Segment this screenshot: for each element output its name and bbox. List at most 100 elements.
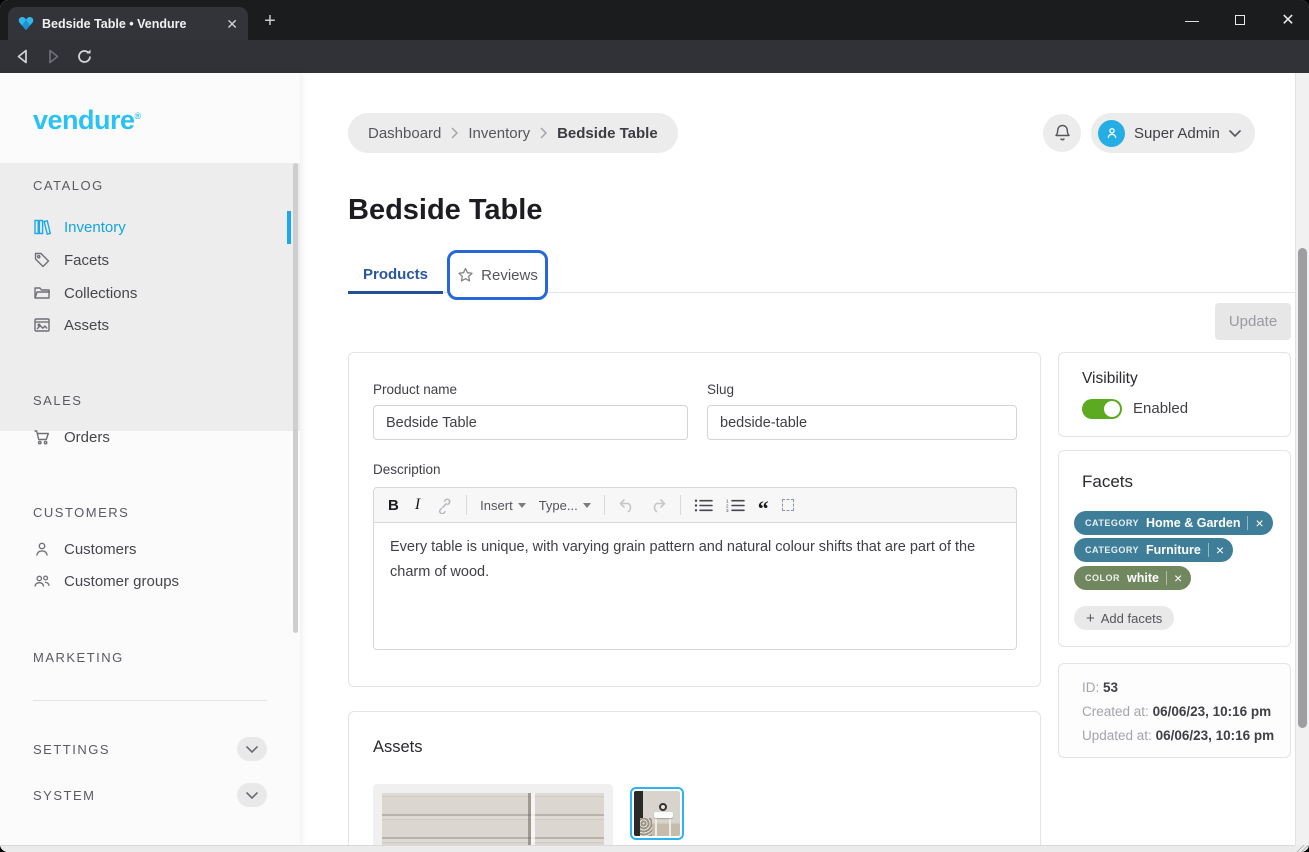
breadcrumb-current: Bedside Table (557, 125, 658, 142)
sidebar-section-settings[interactable]: SETTINGS (33, 737, 267, 761)
scrollbar-thumb[interactable] (1298, 248, 1307, 728)
sidebar-item-inventory[interactable]: Inventory (33, 218, 126, 236)
image-icon (33, 316, 51, 334)
description-textarea[interactable]: Every table is unique, with varying grai… (373, 523, 1017, 650)
update-button[interactable]: Update (1215, 303, 1291, 340)
assets-card: Assets (348, 711, 1041, 852)
enabled-toggle[interactable] (1082, 399, 1122, 419)
featured-asset[interactable] (373, 784, 613, 852)
chevron-down-icon[interactable] (237, 737, 267, 761)
bullet-list-icon[interactable] (694, 498, 713, 513)
asset-thumbnail-selected[interactable] (630, 787, 684, 840)
editor-toolbar: B I Insert Type... (373, 487, 1017, 523)
insert-dropdown[interactable]: Insert (480, 498, 526, 513)
rich-text-editor: B I Insert Type... (373, 487, 1017, 650)
bold-button[interactable]: B (388, 497, 399, 514)
horizontal-scrollbar[interactable] (0, 845, 1295, 852)
chevron-down-icon[interactable] (237, 783, 267, 807)
chevron-down-icon (1229, 130, 1241, 137)
add-facets-button[interactable]: + Add facets (1074, 606, 1174, 630)
created-at-label: Created at: (1082, 704, 1149, 719)
redo-icon[interactable] (649, 498, 667, 513)
folder-icon (33, 284, 51, 302)
browser-tab-strip: Bedside Table • Vendure ✕ + — ✕ (0, 0, 1309, 40)
user-menu[interactable]: Super Admin (1091, 113, 1255, 153)
italic-button[interactable]: I (412, 496, 423, 514)
breadcrumb-inventory[interactable]: Inventory (468, 125, 530, 142)
user-icon (33, 540, 51, 558)
sidebar-item-collections[interactable]: Collections (33, 284, 137, 302)
undo-icon[interactable] (618, 498, 636, 513)
visibility-status: Enabled (1133, 400, 1188, 417)
bell-icon (1053, 123, 1072, 143)
id-label: ID: (1082, 680, 1099, 695)
window-close-button[interactable]: ✕ (1277, 10, 1299, 30)
assets-title: Assets (373, 738, 423, 757)
resize-grip (1295, 845, 1309, 852)
chevron-right-icon (540, 127, 547, 139)
product-name-label: Product name (373, 382, 457, 397)
active-tab-underline (348, 291, 443, 294)
sidebar-item-label: Collections (64, 285, 137, 302)
window-maximize-button[interactable] (1229, 12, 1251, 28)
browser-window: Bedside Table • Vendure ✕ + — ✕ ! localh… (0, 0, 1309, 852)
sidebar-item-label: Assets (64, 317, 109, 334)
page-title: Bedside Table (348, 194, 542, 227)
remove-facet-icon[interactable]: × (1255, 516, 1263, 530)
sidebar: vendure® CATALOG Inventory Facets Collec… (0, 73, 300, 845)
html-block-icon[interactable] (782, 499, 794, 511)
user-avatar (1098, 120, 1125, 147)
tag-icon (33, 251, 51, 269)
created-at-value: 06/06/23, 10:16 pm (1153, 704, 1272, 719)
visibility-title: Visibility (1082, 370, 1138, 388)
browser-tab[interactable]: Bedside Table • Vendure ✕ (8, 7, 248, 40)
sidebar-item-label: Customers (64, 541, 137, 558)
product-name-input[interactable] (373, 405, 688, 440)
facet-chip: CATEGORY Home & Garden × (1074, 511, 1273, 535)
browser-navbar: ! localhost:3000/admin/catalog/inventory… (0, 40, 1309, 73)
blockquote-icon[interactable]: “ (758, 505, 769, 514)
back-button[interactable] (14, 48, 31, 65)
vendure-logo[interactable]: vendure® (33, 105, 141, 136)
window-minimize-button[interactable]: — (1181, 12, 1203, 28)
tab-close-icon[interactable]: ✕ (226, 17, 238, 31)
star-icon (457, 267, 474, 283)
new-tab-button[interactable]: + (258, 10, 282, 34)
sidebar-item-customers[interactable]: Customers (33, 540, 137, 558)
sidebar-item-label: Facets (64, 252, 109, 269)
plus-icon: + (1086, 611, 1095, 626)
slug-input[interactable] (707, 405, 1017, 440)
sidebar-item-facets[interactable]: Facets (33, 251, 109, 269)
sidebar-item-label: Customer groups (64, 573, 179, 590)
description-label: Description (373, 462, 441, 477)
notifications-button[interactable] (1043, 114, 1081, 152)
type-dropdown[interactable]: Type... (539, 498, 591, 513)
tab-reviews[interactable]: Reviews (447, 250, 548, 300)
product-detail-card: Product name Slug Description B I Insert… (348, 352, 1041, 687)
ordered-list-icon[interactable]: 123 (726, 498, 745, 513)
sidebar-section-catalog: CATALOG (33, 178, 104, 193)
chevron-right-icon (451, 127, 458, 139)
link-icon[interactable] (436, 497, 453, 514)
books-icon (33, 218, 51, 236)
sidebar-item-label: Orders (64, 429, 110, 446)
updated-at-label: Updated at: (1082, 728, 1152, 743)
breadcrumb-dashboard[interactable]: Dashboard (368, 125, 441, 142)
remove-facet-icon[interactable]: × (1216, 543, 1224, 557)
sidebar-section-customers: CUSTOMERS (33, 505, 129, 520)
user-name: Super Admin (1134, 125, 1220, 142)
forward-button[interactable] (45, 48, 62, 65)
sidebar-item-assets[interactable]: Assets (33, 316, 109, 334)
facet-chip: COLOR white × (1074, 566, 1191, 590)
cart-icon (33, 428, 51, 446)
sidebar-item-customer-groups[interactable]: Customer groups (33, 572, 179, 590)
remove-facet-icon[interactable]: × (1174, 571, 1182, 585)
sidebar-item-orders[interactable]: Orders (33, 428, 110, 446)
svg-text:3: 3 (726, 508, 729, 513)
reload-button[interactable] (76, 48, 93, 65)
sidebar-section-system[interactable]: SYSTEM (33, 783, 267, 807)
sidebar-scrollbar[interactable] (293, 163, 298, 633)
vendure-favicon-icon (18, 16, 34, 31)
vertical-scrollbar[interactable] (1295, 73, 1309, 845)
tab-products[interactable]: Products (348, 255, 443, 293)
